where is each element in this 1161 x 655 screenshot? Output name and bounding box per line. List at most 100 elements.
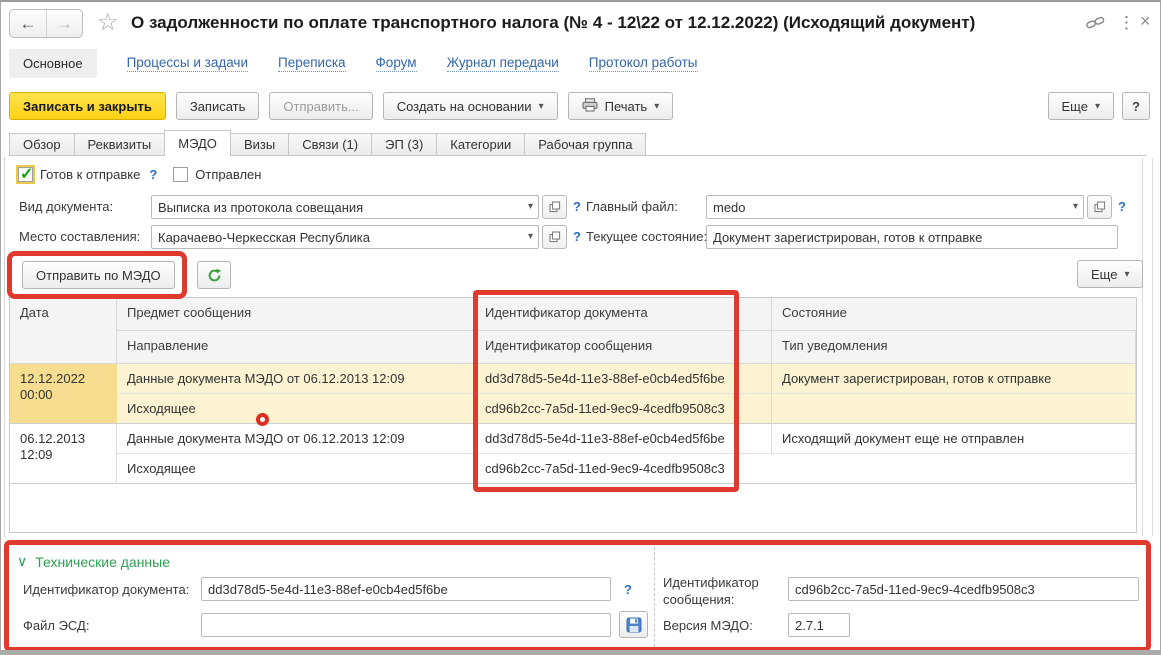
- forward-arrow-icon[interactable]: →: [46, 10, 82, 37]
- tech-msg-id-value: cd96b2cc-7a5d-11ed-9ec9-4cedfb9508c3: [795, 582, 1035, 597]
- main-file-value: medo: [713, 200, 746, 215]
- nav-link-correspondence[interactable]: Переписка: [278, 55, 346, 72]
- table-row-cell-subject[interactable]: Данные документа МЭДО от 06.12.2013 12:0…: [117, 364, 475, 394]
- nav-link-work-protocol[interactable]: Протокол работы: [589, 55, 698, 72]
- technical-data-title: Технические данные: [35, 554, 170, 570]
- chevron-down-icon[interactable]: ▾: [528, 201, 533, 212]
- technical-data-toggle[interactable]: ∨ Технические данные: [17, 553, 170, 570]
- tab-medo[interactable]: МЭДО: [164, 130, 231, 156]
- ready-to-send-checkbox[interactable]: ✓: [18, 167, 33, 182]
- table-row-cell-direction[interactable]: Исходящее: [117, 394, 475, 424]
- tech-doc-id-help-icon[interactable]: ?: [624, 582, 632, 597]
- place-open-button[interactable]: [542, 225, 567, 249]
- section-nav: Основное Процессы и задачи Переписка Фор…: [9, 48, 698, 78]
- more-button[interactable]: Еще ▾: [1048, 92, 1114, 120]
- place-input[interactable]: Карачаево-Черкесская Республика ▾: [151, 225, 539, 249]
- tab-categories[interactable]: Категории: [436, 133, 525, 156]
- column-header-notif-type[interactable]: Тип уведомления: [772, 331, 1136, 364]
- favorite-star-icon[interactable]: ☆: [97, 8, 119, 37]
- current-state-label: Текущее состояние:: [586, 229, 707, 244]
- esd-file-input[interactable]: [201, 613, 611, 637]
- check-icon: ✓: [20, 164, 33, 184]
- table-more-label: Еще: [1091, 267, 1117, 282]
- row-date: 06.12.2013: [20, 431, 106, 447]
- print-label: Печать: [605, 99, 648, 114]
- sent-label: Отправлен: [195, 167, 261, 182]
- refresh-button[interactable]: [197, 261, 231, 289]
- current-state-value: Документ зарегистрирован, готов к отправ…: [713, 230, 982, 245]
- nav-link-forum[interactable]: Форум: [376, 55, 417, 72]
- table-row-cell-direction[interactable]: Исходящее: [117, 454, 475, 484]
- table-row-cell-state[interactable]: Документ зарегистрирован, готов к отправ…: [772, 364, 1136, 394]
- save-file-button[interactable]: [619, 611, 648, 638]
- nav-link-transfer-log[interactable]: Журнал передачи: [447, 55, 559, 72]
- column-header-doc-id[interactable]: Идентификатор документа: [475, 298, 772, 331]
- table-row-cell-date[interactable]: 12.12.2022 00:00: [10, 364, 117, 424]
- table-row-cell-state[interactable]: Исходящий документ еще не отправлен: [772, 424, 1136, 454]
- tech-doc-id-input[interactable]: dd3d78d5-5e4d-11e3-88ef-e0cb4ed5f6be: [201, 577, 611, 601]
- doc-kind-open-button[interactable]: [542, 195, 567, 219]
- back-arrow-icon[interactable]: ←: [10, 10, 46, 37]
- table-row-cell-subject[interactable]: Данные документа МЭДО от 06.12.2013 12:0…: [117, 424, 475, 454]
- create-based-on-button[interactable]: Создать на основании ▾: [383, 92, 558, 120]
- medo-messages-table[interactable]: Дата Предмет сообщения Идентификатор док…: [9, 297, 1137, 533]
- doc-kind-value: Выписка из протокола совещания: [158, 200, 363, 215]
- table-row-cell-msg-id[interactable]: cd96b2cc-7a5d-11ed-9ec9-4cedfb9508c3: [475, 454, 772, 484]
- tab-links[interactable]: Связи (1): [288, 133, 372, 156]
- column-header-subject[interactable]: Предмет сообщения: [117, 298, 475, 331]
- tech-section-splitter[interactable]: [654, 547, 655, 647]
- vertical-scrollbar[interactable]: [1142, 158, 1153, 536]
- get-link-icon[interactable]: [1086, 15, 1105, 33]
- esd-file-label: Файл ЭСД:: [23, 618, 89, 633]
- column-header-msg-id[interactable]: Идентификатор сообщения: [475, 331, 772, 364]
- print-button[interactable]: Печать ▾: [568, 92, 674, 120]
- place-help-icon[interactable]: ?: [573, 229, 581, 244]
- table-row-cell-msg-id[interactable]: cd96b2cc-7a5d-11ed-9ec9-4cedfb9508c3: [475, 394, 772, 424]
- table-row-cell-notif-type[interactable]: [772, 394, 1136, 424]
- tech-doc-id-value: dd3d78d5-5e4d-11e3-88ef-e0cb4ed5f6be: [208, 582, 448, 597]
- send-by-medo-button[interactable]: Отправить по МЭДО: [22, 261, 175, 289]
- tab-workgroup[interactable]: Рабочая группа: [524, 133, 646, 156]
- table-empty-area[interactable]: [10, 484, 1136, 532]
- place-value: Карачаево-Черкесская Республика: [158, 230, 370, 245]
- nav-link-processes[interactable]: Процессы и задачи: [127, 55, 248, 72]
- close-icon[interactable]: ×: [1140, 11, 1151, 32]
- send-button[interactable]: Отправить...: [269, 92, 372, 120]
- chevron-down-icon: ▾: [539, 101, 544, 112]
- column-header-date[interactable]: Дата: [10, 298, 117, 364]
- medo-version-input[interactable]: 2.7.1: [788, 613, 850, 637]
- nav-item-main[interactable]: Основное: [9, 49, 97, 78]
- help-button[interactable]: ?: [1122, 92, 1150, 120]
- row-time: 12:09: [20, 447, 106, 463]
- doc-kind-help-icon[interactable]: ?: [573, 199, 581, 214]
- chevron-down-icon[interactable]: ▾: [1073, 201, 1078, 212]
- main-file-help-icon[interactable]: ?: [1118, 199, 1126, 214]
- doc-kind-input[interactable]: Выписка из протокола совещания ▾: [151, 195, 539, 219]
- tab-visas[interactable]: Визы: [230, 133, 289, 156]
- window-menu-icon[interactable]: ⋮: [1118, 13, 1135, 33]
- main-file-input[interactable]: medo ▾: [706, 195, 1084, 219]
- main-file-open-button[interactable]: [1087, 195, 1112, 219]
- command-bar-right: Еще ▾ ?: [1048, 92, 1150, 120]
- column-header-state[interactable]: Состояние: [772, 298, 1136, 331]
- chevron-down-icon[interactable]: ▾: [528, 231, 533, 242]
- save-close-button[interactable]: Записать и закрыть: [9, 92, 166, 120]
- doc-kind-label: Вид документа:: [19, 199, 113, 214]
- tab-overview[interactable]: Обзор: [9, 133, 75, 156]
- table-more-button[interactable]: Еще ▾: [1077, 260, 1143, 288]
- medo-version-label: Версия МЭДО:: [663, 618, 753, 633]
- row-time: 00:00: [20, 387, 107, 403]
- tab-signatures[interactable]: ЭП (3): [371, 133, 437, 156]
- document-window: ← → ☆ О задолженности по оплате транспор…: [0, 0, 1161, 655]
- ready-help-icon[interactable]: ?: [149, 167, 157, 182]
- tab-requisites[interactable]: Реквизиты: [74, 133, 166, 156]
- save-button[interactable]: Записать: [176, 92, 260, 120]
- tech-msg-id-input[interactable]: cd96b2cc-7a5d-11ed-9ec9-4cedfb9508c3: [788, 577, 1139, 601]
- table-row-cell-date[interactable]: 06.12.2013 12:09: [10, 424, 117, 484]
- table-row-cell-doc-id[interactable]: dd3d78d5-5e4d-11e3-88ef-e0cb4ed5f6be: [475, 364, 772, 394]
- table-row-cell-notif-type[interactable]: [772, 454, 1136, 484]
- sent-checkbox[interactable]: [173, 167, 188, 182]
- column-header-direction[interactable]: Направление: [117, 331, 475, 364]
- ready-to-send-label: Готов к отправке: [40, 167, 140, 182]
- table-row-cell-doc-id[interactable]: dd3d78d5-5e4d-11e3-88ef-e0cb4ed5f6be: [475, 424, 772, 454]
